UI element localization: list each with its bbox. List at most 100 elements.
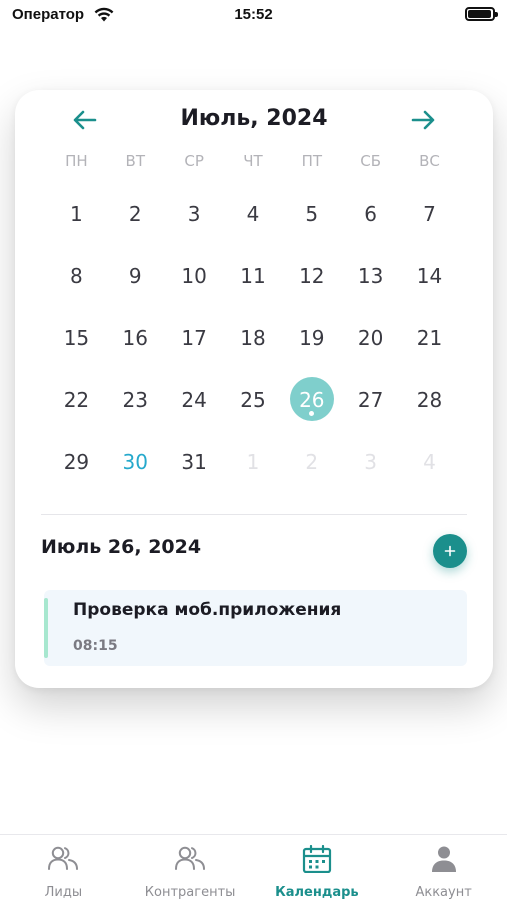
status-bar: Оператор 15:52: [0, 0, 507, 32]
day-cell[interactable]: 27: [341, 376, 400, 438]
day-cell[interactable]: 16: [106, 314, 165, 376]
day-cell[interactable]: 1: [47, 190, 106, 252]
day-number: 3: [364, 450, 377, 474]
day-number: 1: [246, 450, 260, 474]
tab-label: Лиды: [44, 885, 83, 900]
day-cell-selected[interactable]: 26: [282, 376, 341, 438]
day-cell[interactable]: 31: [165, 438, 224, 500]
day-number: 31: [181, 450, 207, 474]
day-number: 25: [240, 388, 266, 412]
day-cell[interactable]: 24: [165, 376, 224, 438]
day-cell[interactable]: 3: [341, 438, 400, 500]
day-number: 9: [128, 264, 142, 288]
day-cell[interactable]: 21: [400, 314, 459, 376]
month-header: Июль, 2024: [15, 100, 493, 140]
day-cell[interactable]: 22: [47, 376, 106, 438]
day-cell[interactable]: 18: [224, 314, 283, 376]
day-cell[interactable]: 13: [341, 252, 400, 314]
day-cell[interactable]: 15: [47, 314, 106, 376]
day-cell[interactable]: 6: [341, 190, 400, 252]
day-number: 16: [122, 326, 148, 350]
day-number: 17: [181, 326, 207, 350]
week-row: 15 16 17 18 19 20 21: [47, 314, 459, 376]
day-cell[interactable]: 2: [106, 190, 165, 252]
day-grid: 1 2 3 4 5 6 7 8 9 10 11 12 13 14 15 16 17 18 19 20 21 22 23 24 2…: [47, 190, 459, 500]
day-number: 27: [357, 388, 384, 412]
tab-calendar[interactable]: Календарь: [254, 835, 381, 901]
day-cell[interactable]: 17: [165, 314, 224, 376]
day-number: 6: [364, 202, 377, 226]
day-cell[interactable]: 9: [106, 252, 165, 314]
day-number: 19: [299, 326, 325, 350]
event-item[interactable]: Проверка моб.приложения 08:15: [44, 590, 467, 666]
weekday-header: ПН ВТ СР ЧТ ПТ СБ ВС: [47, 152, 459, 176]
people-icon: [48, 846, 79, 870]
tab-label: Аккаунт: [415, 885, 472, 900]
tab-bar: Лиды Контрагенты Календарь Аккаунт: [0, 834, 507, 901]
tab-leads[interactable]: Лиды: [0, 835, 127, 901]
day-cell[interactable]: 5: [282, 190, 341, 252]
day-number: 4: [246, 202, 260, 226]
plus-icon: [444, 545, 456, 557]
day-number: 30: [122, 450, 148, 474]
calendar-icon: [302, 845, 331, 873]
day-cell[interactable]: 20: [341, 314, 400, 376]
day-number: 15: [63, 326, 90, 350]
weekday-label: ПН: [65, 152, 88, 170]
day-cell[interactable]: 1: [224, 438, 283, 500]
event-time: 08:15: [73, 638, 118, 654]
day-number: 24: [181, 388, 207, 412]
day-number: 2: [128, 202, 142, 226]
day-cell[interactable]: 4: [400, 438, 459, 500]
day-number: 12: [299, 264, 325, 288]
day-number: 28: [416, 388, 443, 412]
day-number: 10: [181, 264, 207, 288]
day-cell[interactable]: 23: [106, 376, 165, 438]
day-cell-today[interactable]: 30: [106, 438, 165, 500]
week-row: 29 30 31 1 2 3 4: [47, 438, 459, 500]
day-cell[interactable]: 14: [400, 252, 459, 314]
event-color-bar: [44, 598, 48, 658]
people-icon: [175, 846, 206, 870]
week-row: 22 23 24 25 26 27 28: [47, 376, 459, 438]
divider: [41, 514, 467, 515]
day-number: 7: [423, 202, 436, 226]
day-cell[interactable]: 7: [400, 190, 459, 252]
day-number: 3: [187, 202, 201, 226]
tab-label: Контрагенты: [144, 885, 236, 900]
day-cell[interactable]: 4: [224, 190, 283, 252]
next-month-arrow-icon[interactable]: [409, 106, 437, 134]
day-number: 5: [305, 202, 319, 226]
day-cell[interactable]: 12: [282, 252, 341, 314]
day-cell[interactable]: 8: [47, 252, 106, 314]
day-cell[interactable]: 25: [224, 376, 283, 438]
day-cell[interactable]: 10: [165, 252, 224, 314]
battery-icon: [465, 7, 498, 21]
tab-contractors[interactable]: Контрагенты: [127, 835, 254, 901]
tab-account[interactable]: Аккаунт: [380, 835, 507, 901]
day-cell[interactable]: 28: [400, 376, 459, 438]
day-number: 11: [240, 264, 266, 288]
weekday-label: ВТ: [125, 152, 145, 170]
event-title: Проверка моб.приложения: [73, 600, 342, 620]
day-cell[interactable]: 29: [47, 438, 106, 500]
weekday-label: ПТ: [301, 152, 323, 170]
day-number: 14: [416, 264, 443, 288]
day-number: 8: [70, 264, 83, 288]
day-cell[interactable]: 11: [224, 252, 283, 314]
day-number: 1: [70, 202, 83, 226]
week-row: 8 9 10 11 12 13 14: [47, 252, 459, 314]
day-cell[interactable]: 19: [282, 314, 341, 376]
selected-date-heading: Июль 26, 2024: [41, 536, 202, 558]
day-number: 26: [299, 388, 325, 412]
weekday-label: СР: [184, 152, 204, 170]
day-cell[interactable]: 3: [165, 190, 224, 252]
add-event-button[interactable]: [433, 534, 467, 568]
weekday-label: СБ: [360, 152, 382, 170]
day-number: 18: [240, 326, 266, 350]
calendar-card: Июль, 2024 ПН ВТ СР ЧТ ПТ СБ ВС 12345678…: [15, 90, 493, 688]
day-number: 21: [416, 326, 443, 350]
weekday-label: ВС: [419, 152, 440, 170]
person-icon: [431, 846, 456, 872]
day-cell[interactable]: 2: [282, 438, 341, 500]
